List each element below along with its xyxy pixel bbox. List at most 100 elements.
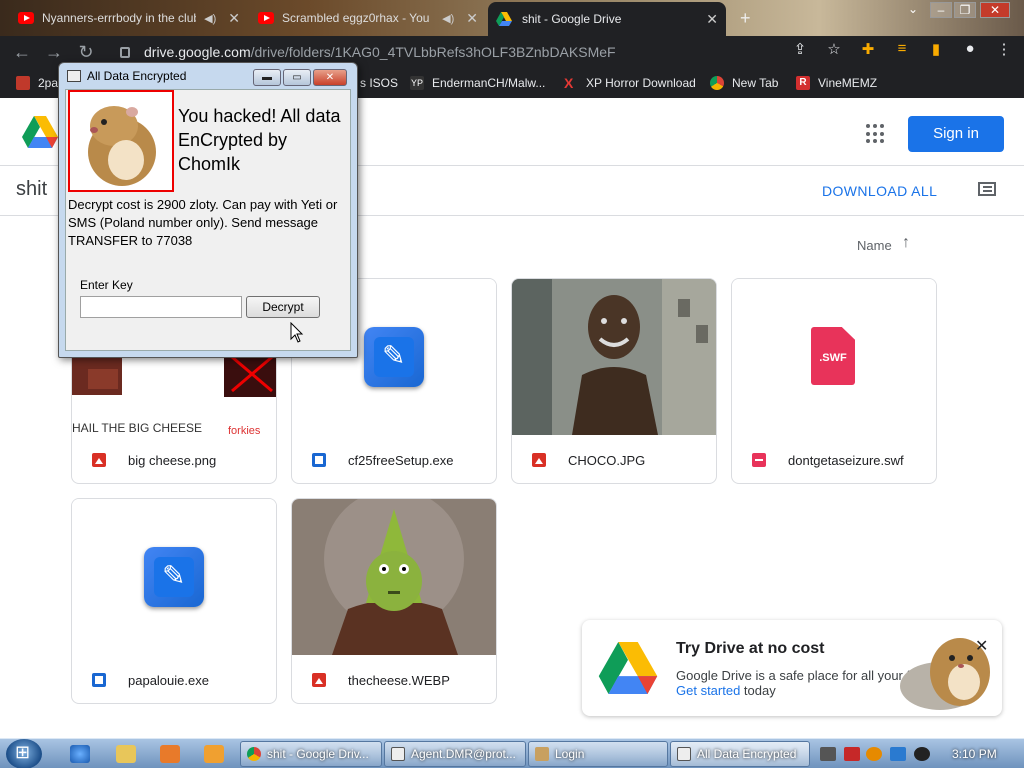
dialog-close-button[interactable]: ✕ bbox=[313, 69, 347, 86]
choco-statue-thumbnail-image bbox=[512, 279, 716, 435]
internet-explorer-icon[interactable] bbox=[70, 745, 90, 763]
bookmark-star-icon[interactable]: ☆ bbox=[824, 40, 844, 58]
sort-direction-icon[interactable]: ↑ bbox=[902, 234, 910, 252]
yp-icon: YP bbox=[410, 76, 424, 90]
list-view-icon[interactable] bbox=[978, 182, 996, 196]
new-tab-button[interactable]: + bbox=[740, 8, 751, 29]
share-icon[interactable]: ⇪ bbox=[790, 40, 810, 58]
file-name: CHOCO.JPG bbox=[568, 452, 646, 468]
close-tab-icon[interactable]: ✕ bbox=[228, 10, 240, 27]
extensions-icon[interactable]: ✚ bbox=[858, 40, 878, 58]
bookmark-label: VineMEMZ bbox=[818, 76, 878, 90]
chrome-icon bbox=[710, 76, 724, 90]
google-drive-logo-icon bbox=[598, 642, 658, 694]
file-name: papalouie.exe bbox=[128, 672, 209, 688]
decrypt-button[interactable]: Decrypt bbox=[246, 296, 320, 318]
paint-icon[interactable] bbox=[204, 745, 224, 763]
file-card[interactable]: papalouie.exe bbox=[71, 498, 277, 704]
vine-icon: R bbox=[796, 76, 810, 90]
close-promo-icon[interactable]: ✕ bbox=[975, 636, 988, 656]
file-name: cf25freeSetup.exe bbox=[348, 452, 454, 468]
tab-title: Nyanners-errrbody in the club bbox=[42, 11, 197, 25]
dialog-minimize-icon[interactable]: ▬ bbox=[253, 69, 281, 86]
tab-title: Scrambled eggz0rhax - You bbox=[282, 11, 430, 25]
bookmark-item[interactable]: New Tab bbox=[710, 76, 778, 90]
login-icon bbox=[535, 747, 549, 761]
url-host: drive.google.com bbox=[144, 44, 251, 60]
taskbar-clock[interactable]: 3:10 PM bbox=[952, 747, 997, 761]
profile-avatar-icon[interactable]: ● bbox=[960, 40, 980, 58]
promo-link-suffix: today bbox=[740, 683, 776, 698]
back-icon[interactable]: ← bbox=[6, 42, 38, 63]
tab-title: shit - Google Drive bbox=[522, 12, 622, 26]
side-panel-icon[interactable]: ▮ bbox=[926, 40, 946, 58]
window-icon bbox=[391, 747, 405, 761]
tray-network-icon[interactable] bbox=[820, 747, 836, 761]
bookmark-label: s ISOS bbox=[360, 76, 399, 90]
media-player-icon[interactable] bbox=[160, 745, 180, 763]
browser-tab-1[interactable]: Nyanners-errrbody in the club ◀) ✕ bbox=[10, 4, 248, 32]
speaker-icon[interactable]: ◀) bbox=[442, 12, 454, 25]
close-tab-icon[interactable]: ✕ bbox=[466, 10, 478, 27]
tray-search-icon[interactable] bbox=[866, 747, 882, 761]
browser-tab-2[interactable]: Scrambled eggz0rhax - You ◀) ✕ bbox=[250, 4, 486, 32]
google-apps-icon[interactable] bbox=[866, 124, 886, 144]
executable-file-icon bbox=[144, 547, 204, 607]
kebab-menu-icon[interactable]: ⋮ bbox=[994, 40, 1014, 58]
close-window-icon[interactable]: ✕ bbox=[980, 2, 1010, 18]
tab-search-icon[interactable]: ⌄ bbox=[902, 2, 924, 18]
reload-icon[interactable]: ↻ bbox=[70, 42, 102, 63]
taskbar-item-login[interactable]: Login bbox=[528, 741, 668, 767]
bookmark-item[interactable]: s ISOS bbox=[360, 76, 398, 90]
promo-text: Google Drive is a safe place for all you… bbox=[676, 668, 911, 683]
executable-file-icon bbox=[312, 453, 326, 467]
ransom-message: Decrypt cost is 2900 zloty. Can pay with… bbox=[68, 197, 338, 248]
dialog-title: All Data Encrypted bbox=[87, 69, 187, 83]
file-explorer-icon[interactable] bbox=[116, 745, 136, 763]
bookmark-item[interactable]: X XP Horror Download bbox=[564, 76, 696, 90]
bookmark-item[interactable]: YP EndermanCH/Malw... bbox=[410, 76, 545, 90]
file-thumbnail bbox=[512, 279, 716, 435]
minimize-icon[interactable]: – bbox=[930, 2, 952, 18]
sign-in-button[interactable]: Sign in bbox=[908, 116, 1004, 152]
url-path: /drive/folders/1KAG0_4TVLbbRefs3hOLF3BZn… bbox=[250, 44, 616, 60]
bookmark-item[interactable]: 2pa bbox=[16, 76, 58, 90]
file-card-footer: big cheese.png bbox=[72, 437, 276, 483]
start-button[interactable] bbox=[6, 739, 42, 768]
bookmark-label: 2pa bbox=[38, 76, 59, 90]
forward-icon[interactable]: → bbox=[38, 42, 70, 63]
get-started-link[interactable]: Get started bbox=[676, 683, 740, 698]
download-all-button[interactable]: DOWNLOAD ALL bbox=[822, 183, 937, 199]
thumbnail-caption-2: forkies bbox=[228, 425, 261, 435]
taskbar-item-label: Login bbox=[555, 747, 585, 761]
sort-by-name[interactable]: Name bbox=[857, 238, 892, 253]
executable-file-icon bbox=[364, 327, 424, 387]
ransomware-dialog: All Data Encrypted ▬ ▭ ✕ You hacked! All… bbox=[58, 62, 358, 358]
dialog-maximize-icon[interactable]: ▭ bbox=[283, 69, 311, 86]
file-thumbnail bbox=[292, 499, 496, 655]
tray-v-icon[interactable] bbox=[844, 747, 860, 761]
restore-icon[interactable]: ❐ bbox=[954, 2, 976, 18]
speaker-icon[interactable]: ◀) bbox=[204, 12, 216, 25]
tray-display-icon[interactable] bbox=[890, 747, 906, 761]
file-card-footer: dontgetaseizure.swf bbox=[732, 437, 936, 483]
bookmark-item[interactable]: R VineMEMZ bbox=[796, 76, 877, 90]
windows-taskbar: shit - Google Driv... Agent.DMR@prot... … bbox=[0, 738, 1024, 768]
file-card[interactable]: .SWF dontgetaseizure.swf bbox=[731, 278, 937, 484]
google-drive-icon bbox=[496, 12, 512, 26]
file-card-footer: cf25freeSetup.exe bbox=[292, 437, 496, 483]
lock-icon bbox=[120, 46, 130, 58]
taskbar-item-agent[interactable]: Agent.DMR@prot... bbox=[384, 741, 526, 767]
decryption-key-input[interactable] bbox=[80, 296, 242, 318]
browser-tab-3[interactable]: shit - Google Drive ✕ bbox=[488, 2, 726, 36]
reading-list-icon[interactable]: ≡ bbox=[892, 40, 912, 58]
tray-volume-icon[interactable] bbox=[914, 747, 930, 761]
enter-key-label: Enter Key bbox=[80, 278, 133, 292]
dialog-body: You hacked! All data EnCrypted by ChomIk… bbox=[65, 89, 351, 351]
file-card[interactable]: CHOCO.JPG bbox=[511, 278, 717, 484]
taskbar-item-all-data-encrypted[interactable]: All Data Encrypted bbox=[670, 741, 810, 767]
file-card[interactable]: thecheese.WEBP bbox=[291, 498, 497, 704]
close-tab-icon[interactable]: ✕ bbox=[706, 11, 718, 28]
youtube-icon bbox=[18, 12, 34, 24]
taskbar-item-chrome[interactable]: shit - Google Driv... bbox=[240, 741, 382, 767]
